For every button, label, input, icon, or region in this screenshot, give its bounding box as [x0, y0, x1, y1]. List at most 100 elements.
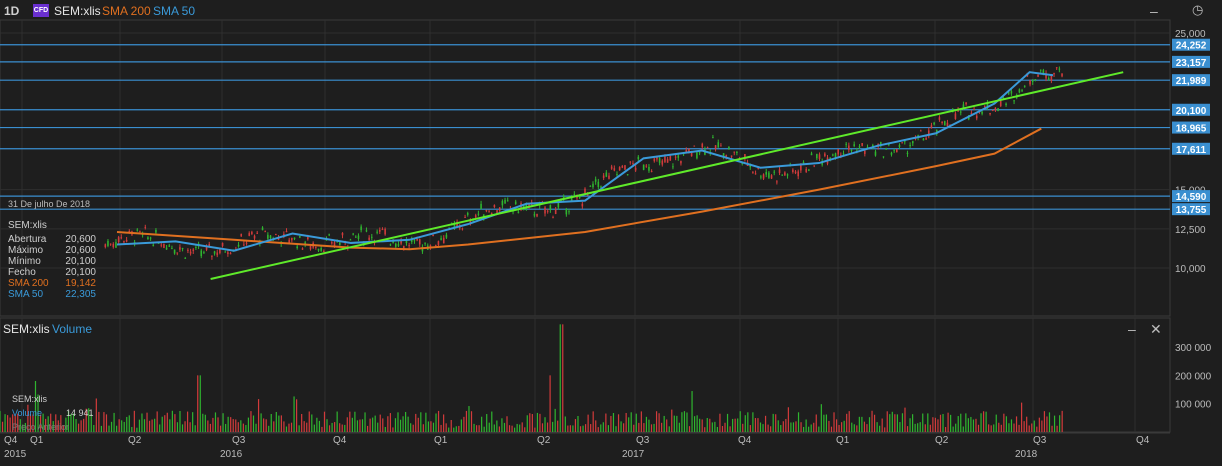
candle-body: [125, 239, 128, 242]
volume-bar: [113, 412, 115, 432]
volume-bar: [676, 415, 678, 432]
candle-body: [464, 216, 466, 218]
volume-bar: [904, 407, 906, 432]
volume-bar: [813, 422, 815, 432]
volume-bar: [83, 418, 85, 432]
volume-bar: [950, 414, 952, 432]
volume-bar: [108, 425, 110, 432]
candle-body: [149, 237, 152, 239]
volume-bar: [9, 417, 11, 432]
volume-minimize-icon[interactable]: –: [1128, 321, 1136, 337]
volume-bar: [1061, 410, 1063, 432]
volume-bar: [617, 414, 620, 432]
volume-bar: [808, 426, 810, 432]
volume-bar: [841, 422, 843, 432]
volume-bar: [899, 422, 901, 432]
candle-body: [339, 242, 341, 246]
volume-bar: [582, 425, 584, 432]
candle-body: [1021, 90, 1023, 92]
volume-bar: [939, 414, 942, 432]
candle-body: [506, 200, 509, 202]
candle-body: [165, 247, 168, 250]
volume-bar: [123, 421, 125, 432]
candle-body: [632, 163, 634, 165]
volume-bar: [623, 423, 625, 432]
volume-bar: [399, 419, 402, 432]
candle-body: [943, 121, 946, 126]
candle-body: [850, 149, 853, 152]
tooltip-row: SMA 50 22,305: [8, 289, 96, 300]
candle-body: [514, 201, 517, 205]
price-level-label: 18,965: [1176, 124, 1207, 135]
candle-body: [418, 239, 421, 245]
clock-icon[interactable]: ◷: [1192, 2, 1203, 18]
candle-body: [994, 107, 997, 111]
volume-bar: [681, 412, 683, 432]
candle-body: [805, 169, 807, 172]
volume-bar: [278, 415, 280, 432]
candle-body: [352, 233, 354, 235]
candle-body: [642, 164, 645, 170]
volume-bar: [493, 424, 495, 432]
candle-body: [394, 243, 397, 247]
minimize-icon[interactable]: –: [1150, 3, 1158, 19]
volume-bar: [577, 416, 579, 432]
volume-bar: [790, 422, 792, 432]
sma50-legend: SMA 50: [153, 4, 196, 18]
candle-body: [941, 122, 943, 124]
candle-body: [725, 155, 728, 157]
volume-axis-tick: 100 000: [1175, 400, 1212, 411]
volume-bar: [853, 424, 855, 432]
sma200-legend: SMA 200: [102, 4, 151, 18]
volume-bar: [166, 412, 168, 432]
volume-bar: [240, 420, 242, 432]
volume-bar: [693, 416, 696, 432]
x-quarter-label: Q2: [128, 435, 142, 446]
candle-body: [602, 175, 605, 178]
tooltip-value: 20,100: [65, 267, 96, 278]
volume-bar: [696, 415, 698, 432]
volume-bar: [501, 418, 503, 432]
volume-bar: [716, 426, 719, 432]
x-quarter-label: Q4: [1136, 435, 1150, 446]
volume-bar: [615, 426, 617, 432]
candle-body: [408, 245, 410, 247]
volume-bar: [516, 423, 518, 432]
volume-bar: [486, 414, 488, 432]
volume-bar: [154, 418, 156, 432]
interval-label[interactable]: 1D: [4, 4, 19, 18]
candle-body: [424, 242, 426, 244]
x-quarter-label: Q1: [836, 435, 850, 446]
volume-bar: [430, 421, 432, 432]
volume-bar: [448, 427, 450, 432]
volume-bar: [328, 425, 331, 432]
volume-bar: [957, 416, 959, 432]
price-level-label: 17,611: [1176, 145, 1206, 156]
volume-bar: [204, 414, 206, 432]
candle-body: [200, 250, 203, 257]
volume-bar: [202, 413, 204, 432]
candle-body: [309, 246, 312, 250]
x-year-label: 2015: [4, 449, 27, 460]
candle-body: [389, 244, 392, 246]
volume-bar: [825, 414, 828, 432]
volume-bar: [944, 427, 947, 432]
tooltip-value: 20,600: [65, 234, 96, 245]
volume-bar: [526, 415, 528, 432]
volume-bar: [815, 414, 817, 432]
candle-body: [874, 151, 877, 156]
volume-bar: [227, 416, 229, 432]
tooltip-value: 20,100: [65, 256, 96, 267]
volume-bar: [374, 415, 376, 432]
candle-body: [853, 144, 855, 146]
volume-bar: [1003, 413, 1005, 432]
candle-body: [621, 166, 624, 168]
chart-canvas[interactable]: 25,00015,00012,50010,00024,25223,15721,9…: [0, 0, 1222, 466]
volume-bar: [955, 423, 957, 432]
volume-close-icon[interactable]: ✕: [1150, 321, 1162, 338]
candle-body: [706, 147, 709, 149]
candle-body: [378, 230, 381, 232]
volume-bar: [219, 425, 222, 432]
volume-bar: [131, 426, 133, 432]
candle-body: [832, 154, 834, 156]
